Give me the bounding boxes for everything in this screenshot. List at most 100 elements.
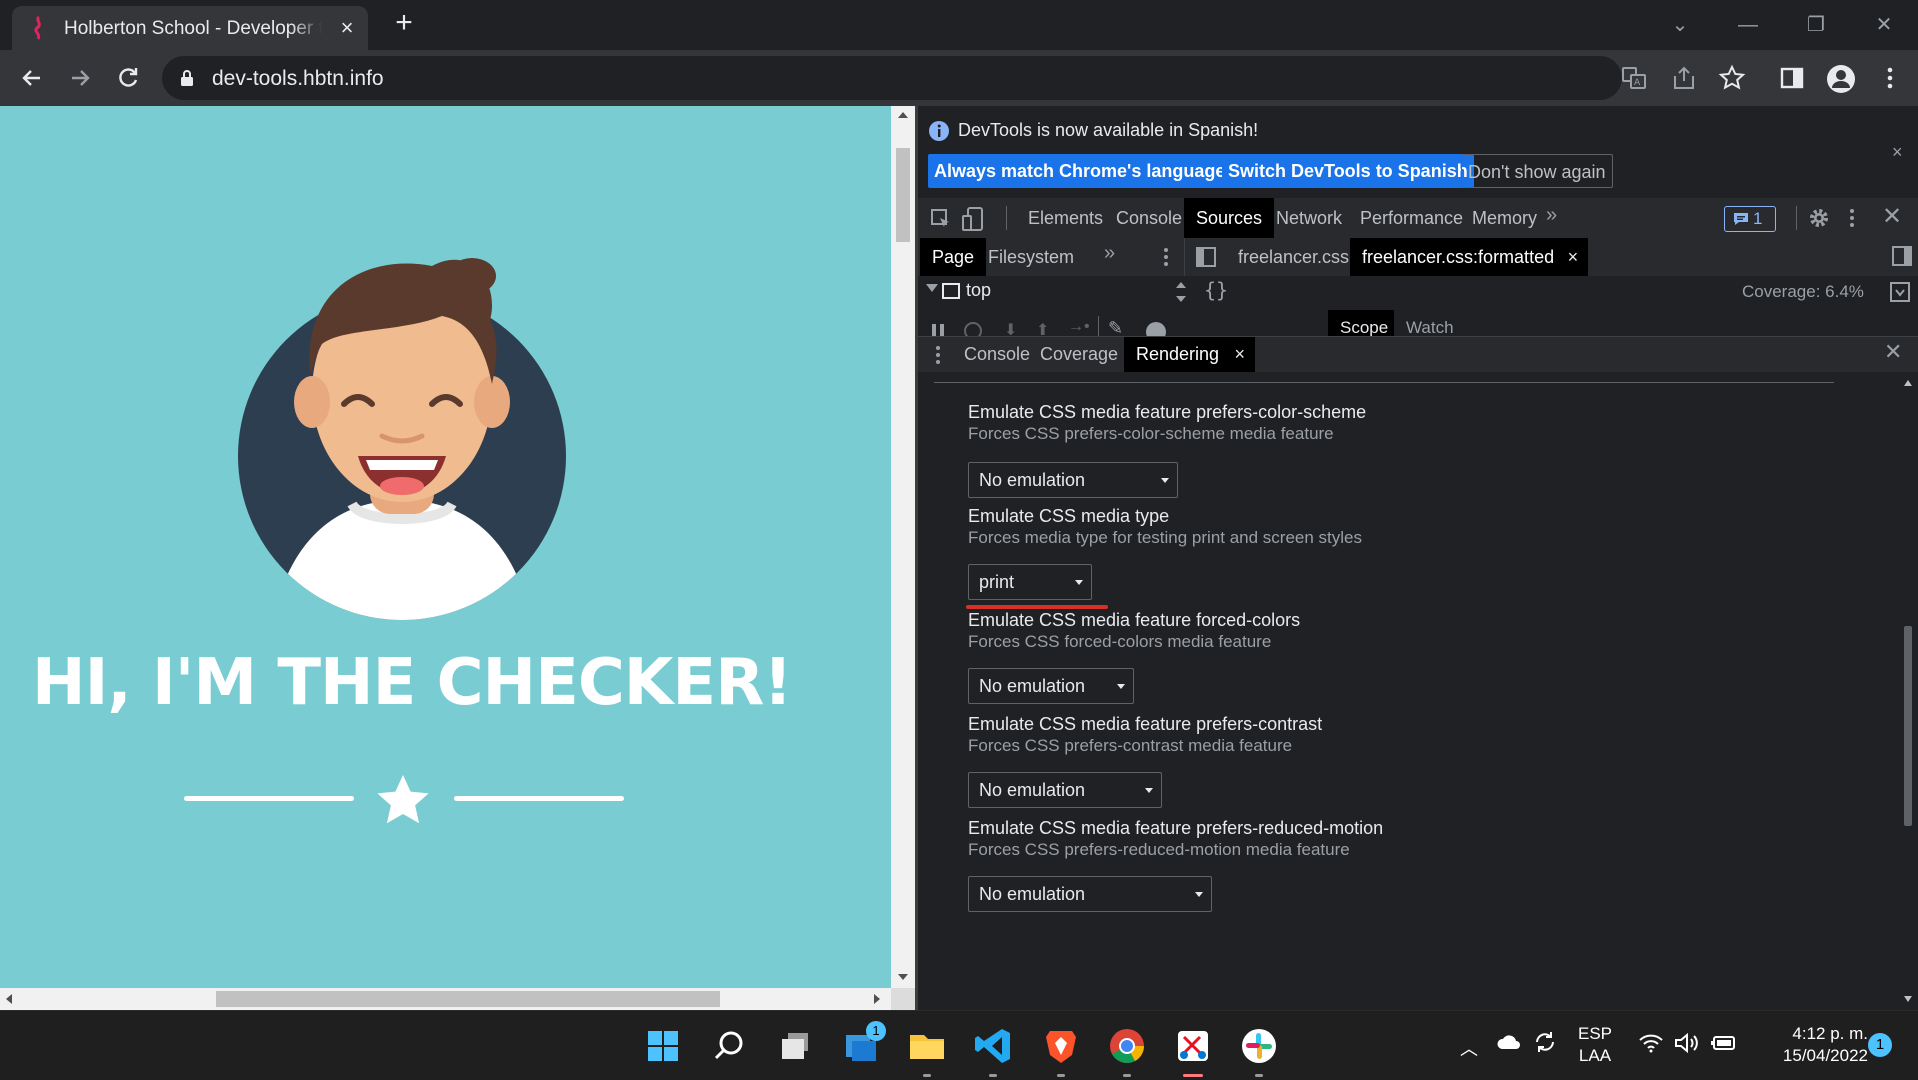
tab-network[interactable]: Network bbox=[1264, 198, 1354, 238]
vscode-icon[interactable] bbox=[970, 1023, 1016, 1077]
tab-performance[interactable]: Performance bbox=[1348, 198, 1475, 238]
translate-icon[interactable]: A bbox=[1620, 64, 1648, 92]
onedrive-cloud-icon[interactable] bbox=[1496, 1033, 1522, 1051]
prefers-reduced-motion-select[interactable]: No emulation bbox=[968, 876, 1212, 912]
settings-gear-icon[interactable] bbox=[1808, 207, 1830, 229]
navigator-scroll-arrows[interactable] bbox=[1174, 276, 1186, 310]
scroll-up-arrow-icon[interactable] bbox=[1176, 282, 1186, 288]
sidebar-tab-scope[interactable]: Scope bbox=[1340, 318, 1388, 336]
wifi-icon[interactable] bbox=[1638, 1033, 1664, 1053]
pause-icon[interactable] bbox=[932, 324, 936, 336]
drawer-menu-icon[interactable] bbox=[934, 345, 942, 365]
step-out-icon[interactable]: ⬆ bbox=[1036, 320, 1049, 336]
rendering-scroll-thumb[interactable] bbox=[1904, 626, 1912, 826]
clock[interactable]: 4:12 p. m. 15/04/2022 bbox=[1748, 1023, 1868, 1067]
expand-arrow-icon[interactable] bbox=[926, 284, 938, 292]
editor-tab-freelancer-formatted[interactable]: freelancer.css:formatted × bbox=[1350, 238, 1589, 276]
device-toolbar-icon[interactable] bbox=[962, 206, 984, 232]
volume-icon[interactable] bbox=[1674, 1033, 1700, 1053]
snipping-tool-icon[interactable] bbox=[1170, 1023, 1216, 1077]
tab-close-icon[interactable]: × bbox=[336, 17, 358, 40]
chrome-menu-icon[interactable] bbox=[1876, 64, 1904, 92]
minimize-icon[interactable]: — bbox=[1728, 10, 1768, 40]
scroll-down-arrow-icon[interactable] bbox=[1904, 996, 1912, 1002]
scroll-left-arrow-icon[interactable] bbox=[6, 994, 12, 1004]
drawer-tab-close-icon[interactable]: × bbox=[1235, 337, 1246, 372]
rendering-scrollbar[interactable] bbox=[1898, 372, 1918, 1010]
search-icon[interactable] bbox=[706, 1023, 752, 1069]
share-icon[interactable] bbox=[1670, 64, 1698, 92]
notification-badge[interactable]: 1 bbox=[1868, 1033, 1892, 1057]
step-over-icon[interactable] bbox=[964, 322, 982, 336]
lock-icon[interactable] bbox=[180, 69, 194, 87]
debugger-toolbar: ⬇ ⬆ →• ✎ Scope Watch bbox=[918, 310, 1918, 336]
pause-on-exceptions-icon[interactable] bbox=[1146, 322, 1166, 336]
forced-colors-select[interactable]: No emulation bbox=[968, 668, 1134, 704]
close-window-icon[interactable]: ✕ bbox=[1864, 10, 1904, 40]
editor-tab-freelancer-css[interactable]: freelancer.css bbox=[1226, 238, 1361, 276]
tab-elements[interactable]: Elements bbox=[1016, 198, 1115, 238]
bookmark-star-icon[interactable] bbox=[1718, 64, 1746, 92]
side-panel-icon[interactable] bbox=[1778, 64, 1806, 92]
infobar-close-icon[interactable]: × bbox=[1892, 142, 1903, 163]
profile-avatar-icon[interactable] bbox=[1826, 64, 1855, 93]
deactivate-breakpoints-icon[interactable]: ✎ bbox=[1108, 318, 1123, 336]
file-explorer-icon[interactable] bbox=[904, 1023, 950, 1077]
slack-icon[interactable] bbox=[1236, 1023, 1282, 1077]
switch-to-spanish-button[interactable]: Switch DevTools to Spanish bbox=[1222, 154, 1474, 188]
close-drawer-icon[interactable]: ✕ bbox=[1884, 339, 1902, 365]
task-view-icon[interactable] bbox=[772, 1023, 818, 1069]
step-icon[interactable]: →• bbox=[1068, 318, 1090, 336]
tab-console[interactable]: Console bbox=[1104, 198, 1194, 238]
brave-browser-icon[interactable] bbox=[1038, 1023, 1084, 1077]
more-tabs-chevron-icon[interactable]: » bbox=[1546, 204, 1557, 227]
scroll-down-arrow-icon[interactable] bbox=[1176, 296, 1186, 302]
page-horizontal-scroll-thumb[interactable] bbox=[216, 991, 720, 1007]
restore-icon[interactable]: ❐ bbox=[1796, 10, 1836, 40]
page-vertical-scroll-thumb[interactable] bbox=[896, 148, 910, 242]
sidebar-tab-watch[interactable]: Watch bbox=[1406, 318, 1454, 336]
new-tab-button[interactable]: + bbox=[388, 8, 420, 40]
drawer-tab-coverage[interactable]: Coverage bbox=[1028, 337, 1130, 372]
tab-search-icon[interactable]: ⌄ bbox=[1660, 10, 1700, 40]
scroll-down-arrow-icon[interactable] bbox=[898, 974, 908, 980]
navigator-tab-filesystem[interactable]: Filesystem bbox=[976, 238, 1086, 276]
tab-sources[interactable]: Sources bbox=[1184, 198, 1275, 238]
devtools-menu-icon[interactable] bbox=[1848, 207, 1856, 229]
address-bar[interactable]: dev-tools.hbtn.info bbox=[162, 56, 1622, 100]
prefers-color-scheme-select[interactable]: No emulation bbox=[968, 462, 1178, 498]
language-indicator[interactable]: ESP LAA bbox=[1570, 1023, 1620, 1067]
pretty-print-icon[interactable]: {} bbox=[1204, 278, 1228, 302]
microsoft-store-icon[interactable]: 1 bbox=[838, 1021, 886, 1069]
windows-start-icon[interactable] bbox=[640, 1023, 686, 1069]
always-match-language-button[interactable]: Always match Chrome's language bbox=[928, 154, 1232, 188]
toggle-debugger-icon[interactable] bbox=[1892, 246, 1912, 266]
more-navigator-chevron-icon[interactable]: » bbox=[1104, 242, 1115, 265]
chrome-icon[interactable] bbox=[1104, 1023, 1150, 1077]
back-icon[interactable] bbox=[18, 64, 46, 92]
editor-tab-close-icon[interactable]: × bbox=[1568, 238, 1579, 276]
drawer-tab-rendering[interactable]: Rendering × bbox=[1124, 337, 1256, 372]
battery-icon[interactable] bbox=[1710, 1033, 1738, 1053]
close-devtools-icon[interactable]: ✕ bbox=[1882, 202, 1902, 231]
inspect-element-icon[interactable] bbox=[930, 208, 952, 230]
sync-icon[interactable] bbox=[1532, 1029, 1558, 1055]
chevron-down-icon bbox=[1117, 684, 1125, 689]
scroll-up-arrow-icon[interactable] bbox=[1904, 380, 1912, 386]
media-type-select[interactable]: print bbox=[968, 564, 1092, 600]
prefers-contrast-select[interactable]: No emulation bbox=[968, 772, 1162, 808]
forward-icon[interactable] bbox=[66, 64, 94, 92]
scroll-up-arrow-icon[interactable] bbox=[898, 112, 908, 118]
navigator-menu-icon[interactable] bbox=[1162, 246, 1170, 268]
issues-counter[interactable]: 1 bbox=[1724, 206, 1776, 232]
browser-tab[interactable]: Holberton School - Developer tools × bbox=[12, 6, 368, 50]
dont-show-again-button[interactable]: Don't show again bbox=[1461, 154, 1613, 188]
scroll-right-arrow-icon[interactable] bbox=[874, 994, 880, 1004]
reload-icon[interactable] bbox=[114, 64, 142, 92]
toggle-navigator-icon[interactable] bbox=[1196, 247, 1216, 267]
show-hidden-icons-chevron-icon[interactable]: ︿ bbox=[1460, 1035, 1478, 1061]
step-into-icon[interactable]: ⬇ bbox=[1004, 320, 1017, 336]
tab-memory[interactable]: Memory bbox=[1460, 198, 1549, 238]
frame-top-label[interactable]: top bbox=[966, 280, 991, 301]
coverage-toggle-icon[interactable] bbox=[1890, 282, 1910, 302]
